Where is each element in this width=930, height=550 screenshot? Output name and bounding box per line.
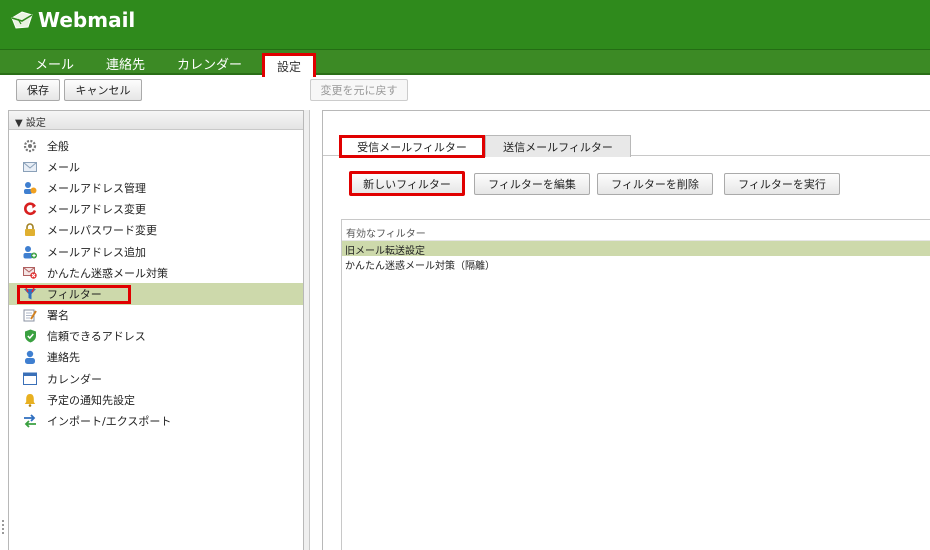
- refresh-icon: [23, 202, 37, 216]
- sidebar-item-label: 連絡先: [47, 351, 80, 365]
- sidebar-item-address-add[interactable]: メールアドレス追加: [9, 241, 303, 262]
- contact-icon: [23, 350, 37, 365]
- sidebar-item-address-admin[interactable]: メールアドレス管理: [9, 177, 303, 198]
- address-admin-icon: [23, 181, 37, 195]
- bird-envelope-icon: [11, 11, 33, 29]
- sidebar-item-label: インポート/エクスポート: [47, 415, 172, 429]
- sidebar-item-label: 信頼できるアドレス: [47, 330, 146, 344]
- nav-settings-label: 設定: [276, 60, 301, 74]
- lock-icon: [23, 223, 37, 237]
- sidebar-item-contacts[interactable]: 連絡先: [9, 347, 303, 368]
- sidebar-item-trusted-address[interactable]: 信頼できるアドレス: [9, 326, 303, 347]
- filter-list-header: 有効なフィルター: [342, 220, 930, 241]
- sidebar-item-label: 署名: [47, 309, 69, 323]
- new-filter-button[interactable]: 新しいフィルター: [349, 171, 465, 196]
- pane-splitter[interactable]: [304, 110, 310, 550]
- nav-mail[interactable]: メール: [35, 54, 74, 73]
- bell-icon: [23, 393, 37, 407]
- run-filter-button[interactable]: フィルターを実行: [724, 173, 840, 195]
- nav-contacts[interactable]: 連絡先: [106, 54, 145, 73]
- sidebar-item-label: メールアドレス追加: [47, 245, 146, 259]
- sidebar-item-label: メール: [47, 160, 80, 174]
- sidebar-item-import-export[interactable]: インポート/エクスポート: [9, 410, 303, 431]
- sidebar-item-general[interactable]: 全般: [9, 135, 303, 156]
- tab-incoming-filter[interactable]: 受信メールフィルター: [339, 135, 485, 158]
- sidebar-item-label: メールアドレス変更: [47, 203, 146, 217]
- sidebar-item-label: メールアドレス管理: [47, 181, 146, 195]
- sidebar-item-label: 全般: [47, 139, 69, 153]
- sidebar-item-label: かんたん迷惑メール対策: [47, 266, 168, 280]
- main-nav: メール 連絡先 カレンダー: [0, 50, 930, 75]
- shield-icon: [23, 329, 37, 343]
- nav-calendar[interactable]: カレンダー: [177, 54, 242, 73]
- active-filter-list: 有効なフィルター 旧メール転送設定 かんたん迷惑メール対策（隔離）: [341, 219, 930, 550]
- cancel-button[interactable]: キャンセル: [64, 79, 142, 101]
- revert-button[interactable]: 変更を元に戻す: [310, 79, 408, 101]
- gear-icon: [23, 139, 37, 153]
- splitter-grip[interactable]: [2, 520, 4, 534]
- save-button[interactable]: 保存: [16, 79, 60, 101]
- filter-settings-pane: 受信メールフィルター 送信メールフィルター 新しいフィルター フィルターを編集 …: [322, 110, 930, 550]
- delete-filter-button[interactable]: フィルターを削除: [597, 173, 713, 195]
- sidebar-item-label: 予定の通知先設定: [47, 393, 135, 407]
- sidebar-item-notification[interactable]: 予定の通知先設定: [9, 389, 303, 410]
- sidebar-item-filter[interactable]: フィルター: [9, 283, 303, 305]
- sidebar-item-label: メールパスワード変更: [47, 224, 157, 238]
- app-title: Webmail: [38, 8, 136, 32]
- import-export-icon: [23, 414, 37, 428]
- spam-icon: [23, 266, 37, 280]
- toolbar: 保存 キャンセル 変更を元に戻す: [0, 77, 930, 105]
- sidebar-item-spam[interactable]: かんたん迷惑メール対策: [9, 262, 303, 283]
- sidebar-item-signature[interactable]: 署名: [9, 305, 303, 326]
- filter-row[interactable]: 旧メール転送設定: [342, 241, 930, 257]
- tab-label: 受信メールフィルター: [357, 140, 467, 154]
- settings-sidebar: ▼ 設定 全般 メール メールアドレス管理 メールアドレス変更 メールパスワード…: [8, 110, 304, 550]
- sidebar-item-calendar[interactable]: カレンダー: [9, 368, 303, 389]
- filter-icon: [23, 287, 37, 301]
- edit-filter-button[interactable]: フィルターを編集: [474, 173, 590, 195]
- sidebar-item-label: カレンダー: [47, 372, 102, 386]
- sidebar-item-address-change[interactable]: メールアドレス変更: [9, 199, 303, 220]
- signature-icon: [23, 308, 37, 322]
- sidebar-item-password-change[interactable]: メールパスワード変更: [9, 220, 303, 241]
- tab-outgoing-filter[interactable]: 送信メールフィルター: [485, 135, 631, 157]
- calendar-icon: [23, 372, 37, 386]
- filter-row[interactable]: かんたん迷惑メール対策（隔離）: [342, 256, 930, 272]
- tab-label: 送信メールフィルター: [503, 140, 613, 154]
- settings-list: 全般 メール メールアドレス管理 メールアドレス変更 メールパスワード変更 メー…: [9, 130, 303, 432]
- add-user-icon: [23, 245, 37, 259]
- brand-logo: Webmail: [10, 8, 135, 32]
- sidebar-item-label: フィルター: [47, 287, 102, 301]
- app-header: Webmail: [0, 0, 930, 50]
- envelope-icon: [23, 160, 37, 174]
- sidebar-item-mail[interactable]: メール: [9, 156, 303, 177]
- sidebar-header[interactable]: ▼ 設定: [9, 111, 303, 130]
